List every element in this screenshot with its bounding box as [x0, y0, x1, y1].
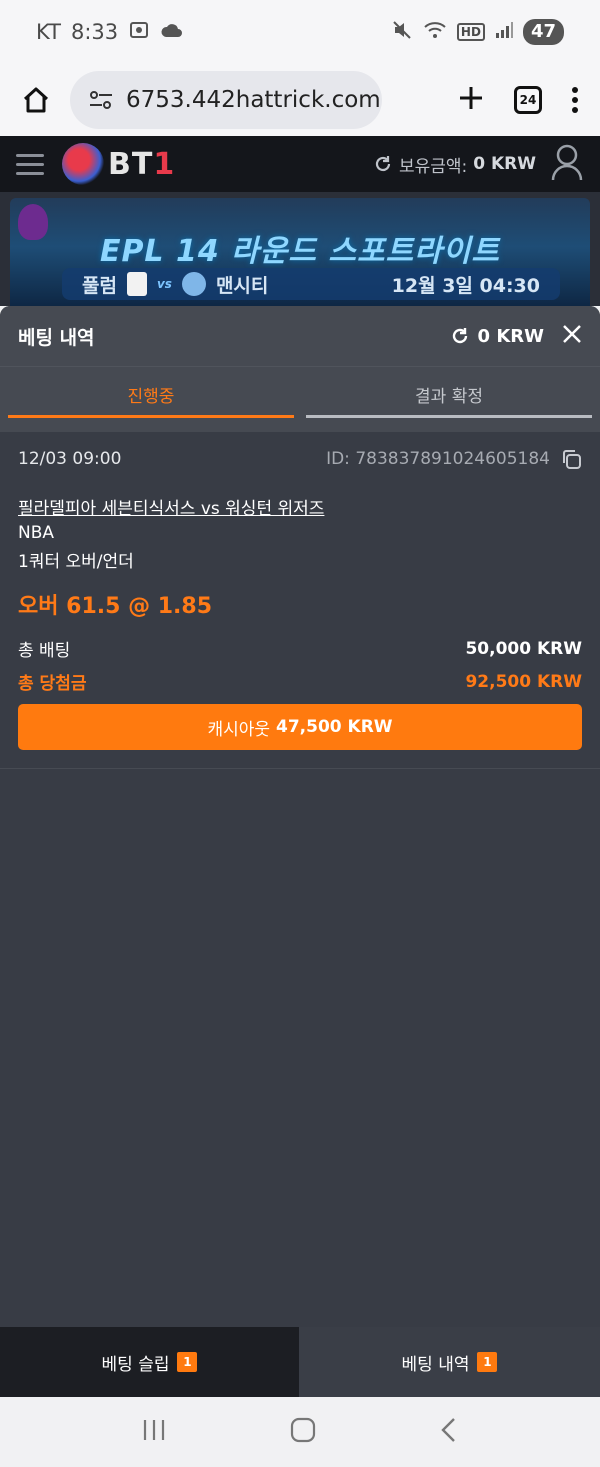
panel-header: 베팅 내역 0 KRW [0, 306, 600, 366]
cashout-amount: 47,500 KRW [276, 717, 393, 737]
bet-id: ID: 783837891024605184 [326, 449, 550, 469]
panel-title: 베팅 내역 [18, 326, 95, 349]
recent-apps-icon[interactable] [141, 1418, 167, 1446]
mancity-crest-icon [181, 272, 206, 296]
site-settings-icon[interactable] [86, 85, 116, 115]
wifi-icon [423, 20, 447, 45]
status-bar: KT 8:33 HD 47 [0, 0, 600, 64]
bet-card: 12/03 09:00 ID: 783837891024605184 필라델피아… [0, 432, 600, 769]
home-team-name: 풀럼 [82, 274, 117, 297]
site-logo[interactable]: BT1 [62, 143, 175, 185]
banner-title: EPL 14 라운드 스포트라이트 [99, 234, 501, 269]
total-bet-label: 총 배팅 [18, 641, 71, 661]
logo-ball-icon [62, 143, 104, 185]
balance-label: 보유금액: [398, 156, 468, 177]
tab-settled[interactable]: 결과 확정 [306, 382, 592, 418]
hamburger-menu-icon[interactable] [16, 153, 44, 175]
match-date: 12월 3일 04:30 [391, 274, 540, 297]
site-header: BT1 보유금액: 0 KRW [0, 136, 600, 192]
plus-icon [460, 87, 482, 109]
promo-banner[interactable]: EPL 14 라운드 스포트라이트 풀럼 vs 맨시티 12월 3일 04:30 [0, 192, 600, 306]
copy-icon[interactable] [560, 448, 582, 470]
home-nav-icon[interactable] [290, 1417, 316, 1447]
cashout-label: 캐시아웃 [207, 719, 270, 740]
bet-datetime: 12/03 09:00 [18, 449, 122, 469]
new-tab-button[interactable] [458, 82, 484, 118]
tab-bet-history[interactable]: 베팅 내역 1 [299, 1327, 600, 1397]
user-profile-icon[interactable] [550, 143, 584, 185]
signal-icon [495, 20, 513, 44]
cloud-icon [160, 20, 184, 44]
refresh-icon [452, 328, 467, 344]
panel-balance: 0 KRW [477, 325, 544, 347]
bet-history-panel: 베팅 내역 0 KRW 진행중 결과 확정 12/03 09:00 ID: 78… [0, 306, 600, 1327]
total-win-value: 92,500 KRW [465, 671, 582, 692]
total-bet-row: 총 배팅 50,000 KRW [18, 636, 582, 662]
home-icon [23, 87, 49, 113]
refresh-balance-button[interactable]: 0 KRW [450, 326, 544, 347]
total-win-label: 총 당첨금 [18, 674, 87, 694]
tab-bet-slip[interactable]: 베팅 슬립 1 [0, 1327, 299, 1397]
balance-value: 0 KRW [473, 154, 536, 174]
total-win-row: 총 당첨금 92,500 KRW [18, 669, 582, 695]
bet-slip-label: 베팅 슬립 [101, 1354, 170, 1375]
league-label: NBA [18, 523, 55, 543]
balance-display[interactable]: 보유금액: 0 KRW [373, 152, 536, 177]
fulham-crest-icon [126, 272, 147, 296]
status-tabs: 진행중 결과 확정 [0, 366, 600, 432]
battery-badge: 47 [522, 19, 564, 45]
bet-history-count-badge: 1 [477, 1352, 498, 1372]
bet-slip-count-badge: 1 [177, 1352, 198, 1372]
browser-toolbar: 6753.442hattrick.com 24 [0, 64, 600, 136]
hd-voice-icon: HD [456, 23, 485, 41]
mute-icon [391, 19, 413, 46]
clock-time: 8:33 [70, 20, 119, 44]
system-nav-bar [0, 1397, 600, 1467]
match-link[interactable]: 필라델피아 세븐티식서스 vs 워싱턴 위저즈 [18, 494, 582, 519]
total-bet-value: 50,000 KRW [465, 638, 582, 659]
refresh-icon [375, 156, 391, 172]
away-team-name: 맨시티 [215, 274, 269, 297]
url-text: 6753.442hattrick.com [126, 87, 381, 113]
home-button[interactable] [14, 78, 58, 122]
close-icon[interactable] [562, 324, 582, 349]
market-label: 1쿼터 오버/언더 [18, 552, 134, 572]
cashout-button[interactable]: 캐시아웃 47,500 KRW [18, 704, 582, 750]
tab-in-progress[interactable]: 진행중 [8, 382, 294, 418]
address-bar[interactable]: 6753.442hattrick.com [70, 71, 382, 129]
more-menu-icon[interactable] [572, 87, 578, 113]
versus-label: vs [156, 277, 172, 291]
tab-switcher-button[interactable]: 24 [514, 86, 542, 114]
back-icon[interactable] [439, 1417, 459, 1447]
banner-match-strip: 풀럼 vs 맨시티 12월 3일 04:30 [62, 268, 560, 300]
bet-history-label: 베팅 내역 [401, 1354, 470, 1375]
bottom-tab-bar: 베팅 슬립 1 베팅 내역 1 [0, 1327, 600, 1397]
carrier-label: KT [36, 20, 61, 44]
screenshot-icon [128, 19, 150, 46]
logo-text: BT1 [108, 146, 176, 182]
bet-pick: 오버 61.5 @ 1.85 [18, 594, 213, 619]
